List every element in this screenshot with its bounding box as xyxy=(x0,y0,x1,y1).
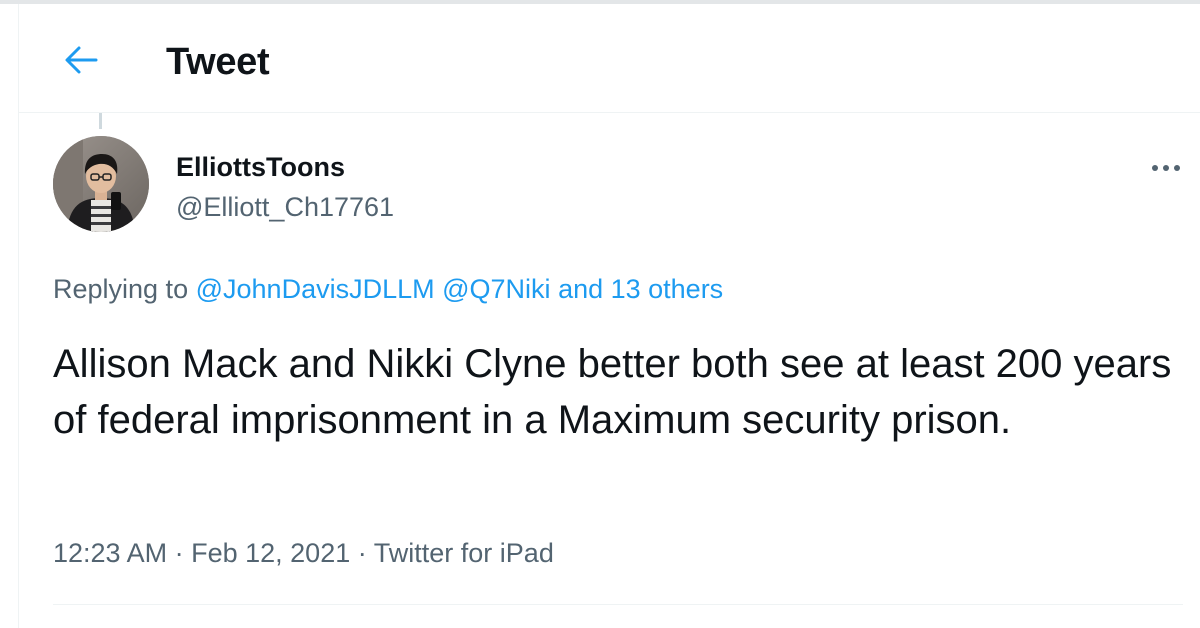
tweet-metadata: 12:23 AM · Feb 12, 2021 · Twitter for iP… xyxy=(53,536,554,570)
meta-separator: · xyxy=(357,538,367,568)
mention-link-2[interactable]: @Q7Niki xyxy=(442,274,550,304)
section-divider xyxy=(53,604,1183,605)
replying-to-line: Replying to @JohnDavisJDLLM @Q7Niki and … xyxy=(53,272,723,306)
more-horizontal-icon xyxy=(1152,165,1180,171)
replying-to-label: Replying to xyxy=(53,274,189,304)
avatar-photo xyxy=(53,136,149,232)
thread-connector-line xyxy=(99,113,102,129)
tweet-time[interactable]: 12:23 AM xyxy=(53,538,167,568)
back-button[interactable] xyxy=(59,38,103,82)
tweet-detail-panel: Tweet ElliottsToons @Elliott_Ch17761 Rep… xyxy=(18,4,1200,628)
meta-separator: · xyxy=(174,538,184,568)
author-handle[interactable]: @Elliott_Ch17761 xyxy=(176,190,394,224)
tweet-date[interactable]: Feb 12, 2021 xyxy=(191,538,350,568)
author-display-name[interactable]: ElliottsToons xyxy=(176,150,345,184)
tweet-source[interactable]: Twitter for iPad xyxy=(374,538,554,568)
arrow-left-icon xyxy=(65,46,98,74)
page-title: Tweet xyxy=(166,41,270,83)
tweet-text: Allison Mack and Nikki Clyne better both… xyxy=(53,342,1172,442)
others-link[interactable]: and 13 others xyxy=(558,274,723,304)
page-header: Tweet xyxy=(19,4,1200,113)
avatar[interactable] xyxy=(53,136,149,232)
mention-link-1[interactable]: @JohnDavisJDLLM xyxy=(196,274,435,304)
more-options-button[interactable] xyxy=(1144,150,1188,186)
